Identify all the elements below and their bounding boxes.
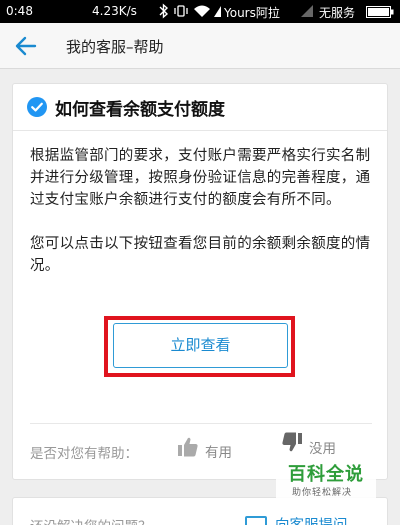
article-paragraph: 您可以点击以下按钮查看您目前的余额剩余额度的情况。 [30, 236, 371, 274]
status-service: 无服务 [319, 6, 356, 20]
thumbs-down-icon [282, 432, 302, 452]
bluetooth-icon [159, 3, 169, 19]
article-header: 如何查看余额支付额度 [13, 84, 387, 131]
article-body: 根据监管部门的要求，支付账户需要严格实行实名制并进行分级管理，按照身份验证信息的… [30, 145, 376, 299]
wifi-icon [194, 5, 210, 17]
status-icons [159, 3, 221, 19]
watermark-logo: 百科全说 助你轻松解决 [276, 455, 376, 503]
nav-bar: 我的客服–帮助 [0, 23, 400, 69]
view-now-button[interactable]: 立即查看 [113, 323, 288, 368]
divider [30, 423, 372, 424]
signal-icon [214, 6, 221, 17]
battery-icon [366, 6, 394, 18]
feedback-question: 是否对您有帮助： [30, 446, 138, 462]
thumbs-up-icon [178, 437, 198, 457]
help-article-card: 如何查看余额支付额度 根据监管部门的要求，支付账户需要严格实行实名制并进行分级管… [12, 83, 388, 480]
watermark-title: 百科全说 [288, 464, 364, 485]
check-circle-icon [27, 97, 47, 117]
status-carrier: Yours阿拉 [224, 6, 280, 20]
article-title: 如何查看余额支付额度 [55, 100, 225, 120]
article-paragraph: 根据监管部门的要求，支付账户需要严格实行实名制并进行分级管理，按照身份验证信息的… [30, 148, 371, 208]
status-bar: 0:48 4.23K/s Yours阿拉 无服务 [0, 0, 400, 23]
chat-icon [245, 516, 267, 525]
unresolved-question: 还没解决您的问题？ [30, 515, 152, 525]
unhelpful-label: 没用 [309, 441, 336, 457]
status-network-speed: 4.23K/s [92, 4, 137, 18]
back-arrow-icon[interactable] [14, 35, 38, 57]
signal-icon [301, 5, 313, 17]
page-title: 我的客服–帮助 [66, 38, 164, 56]
status-time: 0:48 [6, 4, 33, 18]
vibrate-icon [174, 5, 188, 17]
watermark-subtitle: 助你轻松解决 [292, 488, 353, 498]
helpful-label: 有用 [205, 445, 232, 461]
ask-support-link[interactable]: 向客服提问 [275, 514, 348, 525]
